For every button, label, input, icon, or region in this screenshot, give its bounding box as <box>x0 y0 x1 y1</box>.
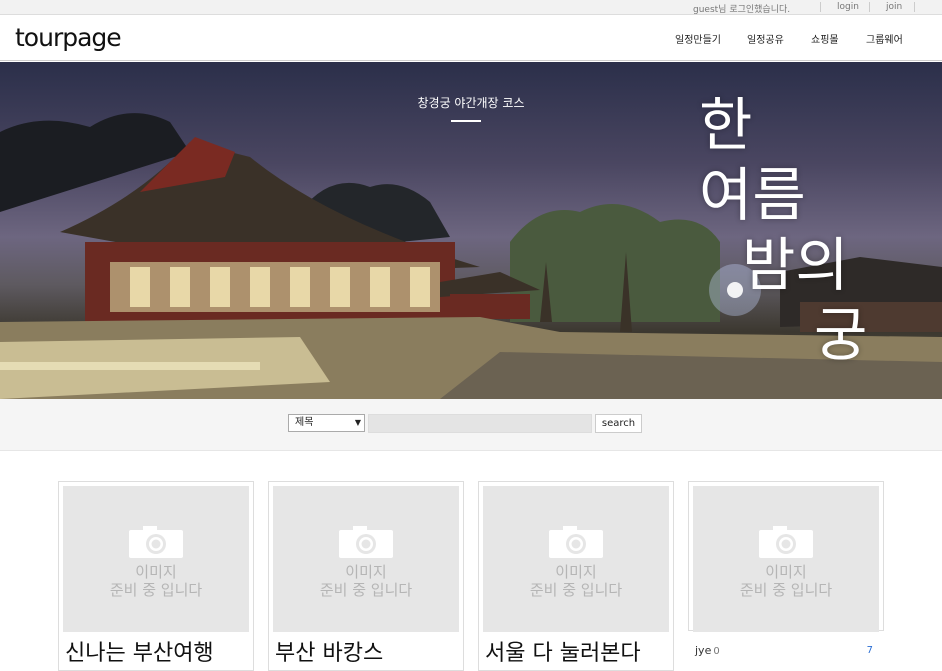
placeholder-text: 이미지 준비 중 입니다 <box>529 563 623 599</box>
card-author: jye 0 <box>695 644 720 657</box>
image-placeholder: 이미지 준비 중 입니다 <box>273 486 459 632</box>
hero-divider <box>451 120 481 122</box>
search-button[interactable]: search <box>595 414 642 433</box>
top-utility-bar: guest님 로그인했습니다. login join <box>0 0 942 15</box>
placeholder-text: 이미지 준비 중 입니다 <box>739 563 833 599</box>
login-link[interactable]: login <box>837 2 859 12</box>
nav-groupware[interactable]: 그룹웨어 <box>866 31 903 46</box>
author-name: jye <box>695 644 712 657</box>
hero-subtitle: 창경궁 야간개장 코스 <box>417 96 525 110</box>
camera-icon <box>339 526 393 558</box>
placeholder-text: 이미지 준비 중 입니다 <box>109 563 203 599</box>
dropdown-arrow-icon: ▼ <box>354 418 361 427</box>
hero-title-line-2: 여름 <box>699 161 806 229</box>
card-title[interactable]: 서울 다 눌러본다 <box>485 635 641 667</box>
join-link[interactable]: join <box>886 2 902 12</box>
card-title[interactable]: 부산 바캉스 <box>275 635 383 667</box>
nav-share-schedule[interactable]: 일정공유 <box>747 31 784 46</box>
camera-icon <box>759 526 813 558</box>
placeholder-text: 이미지 준비 중 입니다 <box>319 563 413 599</box>
trip-card[interactable]: 이미지 준비 중 입니다 서울 다 눌러본다 <box>478 481 674 671</box>
nav-shopping-mall[interactable]: 쇼핑몰 <box>811 31 839 46</box>
camera-icon <box>129 526 183 558</box>
divider <box>869 2 870 12</box>
site-header: tourpage 일정만들기 일정공유 쇼핑몰 그룹웨어 <box>0 16 942 61</box>
card-number: 7 <box>866 645 873 656</box>
search-bar: 제목 ▼ search <box>0 399 942 451</box>
comment-count: 0 <box>713 646 720 657</box>
hero-banner: 창경궁 야간개장 코스 한 여름 밤의 궁 <box>0 62 942 399</box>
image-placeholder: 이미지 준비 중 입니다 <box>483 486 669 632</box>
search-input[interactable] <box>368 414 592 433</box>
divider <box>914 2 915 12</box>
nav-make-schedule[interactable]: 일정만들기 <box>675 31 721 46</box>
image-placeholder: 이미지 준비 중 입니다 <box>63 486 249 632</box>
image-placeholder: 이미지 준비 중 입니다 <box>693 486 879 632</box>
divider <box>820 2 821 12</box>
search-field-selected: 제목 <box>295 417 314 428</box>
logo[interactable]: tourpage <box>15 23 122 52</box>
search-field-select[interactable]: 제목 ▼ <box>288 414 365 432</box>
hero-title-line-3: 밤의 <box>742 231 849 299</box>
trip-card[interactable]: 이미지 준비 중 입니다 부산 바캉스 <box>268 481 464 671</box>
camera-icon <box>549 526 603 558</box>
card-title[interactable]: 신나는 부산여행 <box>65 635 214 667</box>
trip-card[interactable]: 이미지 준비 중 입니다 jye 0 7 <box>688 481 884 657</box>
hero-title-line-1: 한 <box>699 91 753 159</box>
trip-card[interactable]: 이미지 준비 중 입니다 신나는 부산여행 <box>58 481 254 671</box>
greeting-text: guest님 로그인했습니다. <box>693 5 791 15</box>
hero-title-line-4: 궁 <box>814 301 868 369</box>
